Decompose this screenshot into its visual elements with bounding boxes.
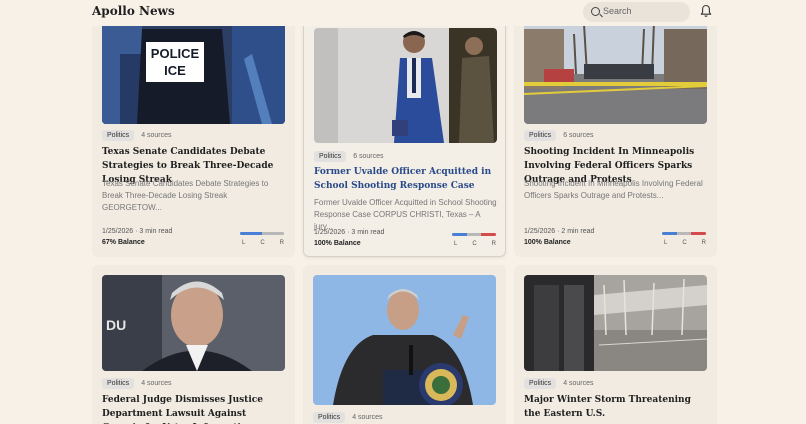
bias-label-left: L [664, 240, 668, 246]
article-image: POLICE ICE [102, 14, 285, 124]
article-title[interactable]: Federal Judge Dismisses Justice Departme… [102, 393, 288, 424]
tag-row: Politics 6 sources [314, 151, 384, 162]
svg-text:POLICE: POLICE [151, 46, 200, 61]
search-placeholder: Search [603, 6, 632, 16]
news-card[interactable]: Politics 4 sources [303, 265, 506, 424]
bias-bar [240, 232, 284, 235]
article-summary: Shooting Incident In Minneapolis Involvi… [524, 179, 703, 200]
svg-text:ICE: ICE [164, 63, 186, 78]
search-icon [591, 7, 600, 16]
bias-labels: L C R [662, 240, 708, 246]
source-count: 4 sources [141, 132, 172, 139]
article-image: DU [102, 275, 285, 371]
bias-label-left: L [454, 241, 458, 247]
bias-center-segment [466, 233, 482, 236]
bias-labels: L C R [452, 241, 498, 247]
bias-left-segment [662, 232, 677, 235]
category-badge[interactable]: Politics [102, 378, 135, 389]
source-count: 6 sources [563, 132, 594, 139]
bias-label-center: C [260, 240, 265, 246]
news-card[interactable]: Politics 4 sources Major Winter Storm Th… [514, 265, 717, 424]
bias-center-segment [676, 232, 692, 235]
news-card[interactable]: Politics 6 sources Shooting Incident In … [514, 14, 717, 257]
bias-right-segment [691, 232, 706, 235]
bias-label-center: C [682, 240, 687, 246]
article-summary: Former Uvalde Officer Acquitted in Schoo… [314, 198, 497, 231]
bias-center-segment [262, 232, 284, 235]
source-count: 4 sources [141, 380, 172, 387]
category-badge[interactable]: Politics [313, 412, 346, 423]
bias-labels: L C R [240, 240, 286, 246]
article-meta: 1/25/2026 · 3 min read [314, 229, 385, 236]
bias-label-right: R [701, 240, 706, 246]
tag-row: Politics 4 sources [102, 378, 172, 389]
tag-row: Politics 4 sources [524, 378, 594, 389]
category-badge[interactable]: Politics [524, 130, 557, 141]
source-count: 4 sources [352, 414, 383, 421]
source-count: 4 sources [563, 380, 594, 387]
article-image [524, 14, 707, 124]
search-input[interactable]: Search [583, 2, 690, 22]
tag-row: Politics 4 sources [313, 412, 383, 423]
tag-row: Politics 4 sources [102, 130, 172, 141]
article-image [313, 275, 496, 405]
balance-score: 100% Balance [524, 239, 571, 246]
balance-score: 100% Balance [314, 240, 361, 247]
category-badge[interactable]: Politics [102, 130, 135, 141]
article-title[interactable]: Major Winter Storm Threatening the Easte… [524, 393, 710, 421]
source-count: 6 sources [353, 153, 384, 160]
article-title[interactable]: Former Uvalde Officer Acquitted in Schoo… [314, 165, 500, 193]
news-card[interactable]: Politics 6 sources Former Uvalde Officer… [303, 14, 506, 257]
balance-score: 67% Balance [102, 239, 145, 246]
bias-label-left: L [242, 240, 246, 246]
bias-bar [452, 233, 496, 236]
tag-row: Politics 6 sources [524, 130, 594, 141]
article-meta: 1/25/2026 · 3 min read [102, 228, 173, 235]
bias-left-segment [452, 233, 467, 236]
article-image [524, 275, 707, 371]
news-card[interactable]: POLICE ICE Politics 4 sources Texas Sena… [92, 14, 295, 257]
bias-label-center: C [472, 241, 477, 247]
bias-right-segment [481, 233, 496, 236]
bias-left-segment [240, 232, 262, 235]
bias-label-right: R [279, 240, 284, 246]
news-card[interactable]: DU Politics 4 sources Federal Judge Dism… [92, 265, 295, 424]
bell-icon[interactable] [700, 4, 712, 18]
category-badge[interactable]: Politics [524, 378, 557, 389]
article-meta: 1/25/2026 · 2 min read [524, 228, 595, 235]
category-badge[interactable]: Politics [314, 151, 347, 162]
svg-text:DU: DU [106, 317, 126, 333]
site-logo[interactable]: Apollo News [92, 4, 175, 18]
article-image [314, 28, 497, 143]
article-summary: Texas Senate Candidates Debate Strategie… [102, 179, 269, 212]
top-bar: Apollo News Search [0, 0, 806, 26]
bias-label-right: R [491, 241, 496, 247]
bias-bar [662, 232, 706, 235]
